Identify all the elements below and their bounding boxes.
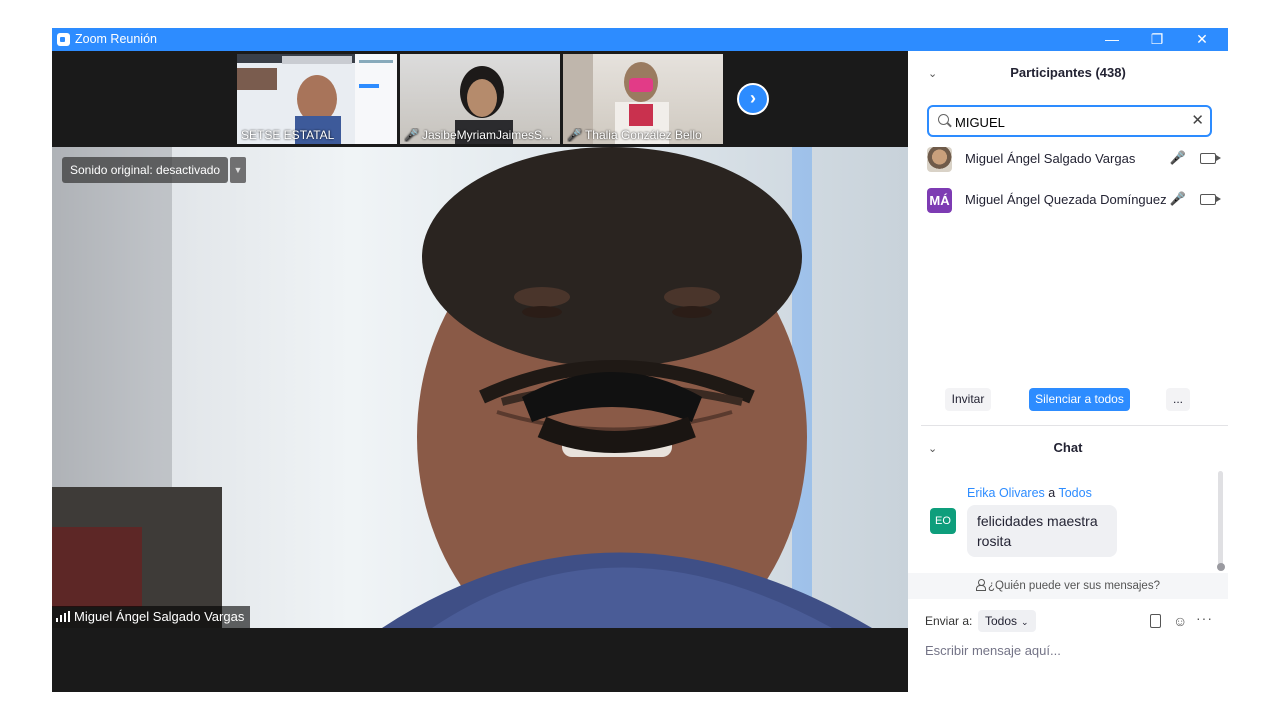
chat-message-list: Erika Olivares a Todos EO felicidades ma… <box>908 471 1228 573</box>
search-icon <box>938 114 949 125</box>
restore-button[interactable]: ❐ <box>1134 28 1180 51</box>
sender-name[interactable]: Erika Olivares <box>967 486 1045 500</box>
zoom-app-icon <box>57 33 70 46</box>
file-icon[interactable] <box>1150 614 1161 628</box>
window-title: Zoom Reunión <box>75 32 157 46</box>
thumbnail-name: SETSE ESTATAL <box>241 128 335 142</box>
participant-name: Miguel Ángel Quezada Domínguez <box>965 192 1167 207</box>
divider <box>921 425 1228 426</box>
participant-name: Miguel Ángel Salgado Vargas <box>965 151 1136 166</box>
speaker-video-content <box>52 147 872 628</box>
next-page-arrow-icon[interactable]: › <box>737 83 769 115</box>
search-input[interactable] <box>955 112 1183 132</box>
sender-connector: a <box>1048 486 1056 500</box>
close-button[interactable]: ✕ <box>1179 28 1225 51</box>
participant-row[interactable]: Miguel Ángel Salgado Vargas 🎤 <box>926 145 1221 173</box>
message-visibility-notice[interactable]: ¿Quién puede ver sus mensajes? <box>908 573 1228 599</box>
chat-message-input[interactable] <box>925 639 1215 661</box>
chevron-down-icon: ⌄ <box>1021 617 1029 627</box>
send-to-label: Enviar a: <box>925 614 973 628</box>
zoom-window: Zoom Reunión — ❐ ✕ SETSE ESTATAL 🎤 Jasib… <box>52 28 1228 692</box>
video-camera-icon[interactable] <box>1200 194 1221 205</box>
original-sound-dropdown-icon[interactable]: ▼ <box>230 157 246 183</box>
minimize-button[interactable]: — <box>1089 28 1135 51</box>
thumbnail-setse-estatal[interactable]: SETSE ESTATAL <box>237 54 397 144</box>
video-camera-icon[interactable] <box>1200 153 1221 164</box>
thumbnail-jasibe[interactable]: 🎤 JasibeMyriamJaimesS... <box>400 54 560 144</box>
avatar: MÁ <box>927 188 952 213</box>
chat-sender-line: Erika Olivares a Todos <box>967 486 1092 500</box>
chat-title: Chat <box>1053 440 1083 455</box>
chat-more-icon[interactable]: ··· <box>1196 610 1213 626</box>
title-bar: Zoom Reunión — ❐ ✕ <box>52 28 1228 51</box>
emoji-icon[interactable]: ☺ <box>1173 613 1187 629</box>
send-to-dropdown[interactable]: Todos ⌄ <box>978 610 1036 632</box>
chat-message-bubble: felicidades maestra rosita <box>967 505 1117 557</box>
more-options-button[interactable]: ... <box>1166 388 1190 411</box>
clear-search-icon[interactable]: ✕ <box>1191 111 1204 129</box>
mic-muted-icon: 🎤 <box>567 128 582 142</box>
participant-row[interactable]: MÁ Miguel Ángel Quezada Domínguez 🎤 <box>926 186 1221 214</box>
thumbnail-thalia[interactable]: 🎤 Thalia González Bello <box>563 54 723 144</box>
chat-scrollbar[interactable] <box>1218 471 1223 569</box>
participants-title: Participantes (438) <box>1010 65 1126 80</box>
signal-strength-icon <box>56 611 70 622</box>
recipient-name[interactable]: Todos <box>1058 486 1091 500</box>
avatar: EO <box>930 508 956 534</box>
avatar <box>927 147 952 172</box>
speaker-name-label: Miguel Ángel Salgado Vargas <box>52 606 251 628</box>
person-icon <box>976 579 987 591</box>
original-sound-toggle[interactable]: Sonido original: desactivado <box>62 157 229 183</box>
mic-muted-icon[interactable]: 🎤 <box>1170 191 1186 207</box>
scroll-down-indicator-icon[interactable] <box>1217 563 1225 571</box>
video-area: SETSE ESTATAL 🎤 JasibeMyriamJaimesS... 🎤 T… <box>52 51 908 692</box>
participant-search[interactable]: ✕ <box>927 105 1212 137</box>
thumbnail-name: 🎤 Thalia González Bello <box>567 128 702 142</box>
thumbnail-name: 🎤 JasibeMyriamJaimesS... <box>404 128 552 142</box>
invite-button[interactable]: Invitar <box>945 388 991 411</box>
mute-all-button[interactable]: Silenciar a todos <box>1029 388 1130 411</box>
side-panel: ⌄ Participantes (438) ✕ Miguel Ángel Sal… <box>908 51 1228 692</box>
active-speaker-video: Sonido original: desactivado ▼ Miguel Án… <box>52 147 908 628</box>
mic-muted-icon: 🎤 <box>404 128 419 142</box>
mic-icon[interactable]: 🎤 <box>1170 150 1186 166</box>
